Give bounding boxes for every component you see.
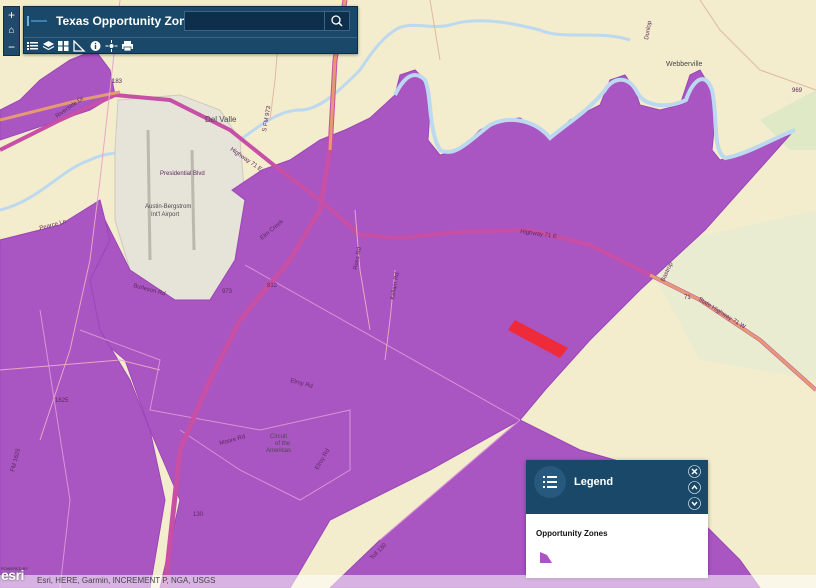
list-icon[interactable] [26,40,39,52]
search-input[interactable] [185,12,331,30]
road-label: 973 [222,289,233,295]
measure-icon[interactable] [73,40,86,52]
road-label: 71 [684,295,691,301]
legend-title: Legend [574,476,614,488]
legend-header: Legend [526,460,708,514]
place-label-del-valle: Del Valle [205,115,237,124]
runway [146,129,152,261]
zoom-in-button[interactable]: + [4,7,19,23]
legend-toggle-button[interactable] [534,466,566,498]
place-label-circuit-1: Circuit [270,434,287,440]
basemap-gallery-icon[interactable] [57,40,70,52]
print-icon[interactable] [121,40,134,52]
legend-swatch-opportunity-zones [540,552,552,563]
close-icon[interactable] [688,465,701,478]
list-icon [543,476,557,488]
runway [190,149,196,251]
zoom-control: + ⌂ − [3,6,20,56]
app-header: Texas Opportunity Zones [23,6,358,54]
toolbar [24,37,357,54]
road-label: 183 [112,79,123,85]
place-label-airport-2: Int'l Airport [151,212,179,218]
search-box [184,11,350,31]
place-label-airport-1: Austin-Bergstrom [145,204,191,210]
legend-layer-name: Opportunity Zones [536,529,608,538]
legend-panel: Legend Opportunity Zones [526,460,708,578]
place-label-webberville: Webberville [666,61,703,68]
home-button[interactable]: ⌂ [4,23,19,39]
search-icon [331,15,343,27]
esri-logo[interactable]: esri [1,567,24,583]
road-label: Presidential Blvd [160,171,205,177]
locate-icon[interactable] [105,40,118,52]
info-icon[interactable] [89,40,102,52]
road-label: 1625 [55,398,69,404]
zoom-out-button[interactable]: − [4,39,19,55]
app-title: Texas Opportunity Zones [56,14,200,28]
place-label-circuit-2: of the [275,441,291,447]
road-label: 130 [193,512,204,518]
layers-icon[interactable] [42,40,55,52]
search-button[interactable] [324,12,349,30]
app-logo-icon [27,16,47,26]
road-label: 812 [267,283,278,289]
attribution-text: Esri, HERE, Garmin, INCREMENT P, NGA, US… [37,576,216,585]
title-row: Texas Opportunity Zones [24,7,357,35]
road-label: 969 [792,88,803,94]
chevron-down-icon[interactable] [688,497,701,510]
chevron-up-icon[interactable] [688,481,701,494]
place-label-circuit-3: Americas [266,448,291,454]
